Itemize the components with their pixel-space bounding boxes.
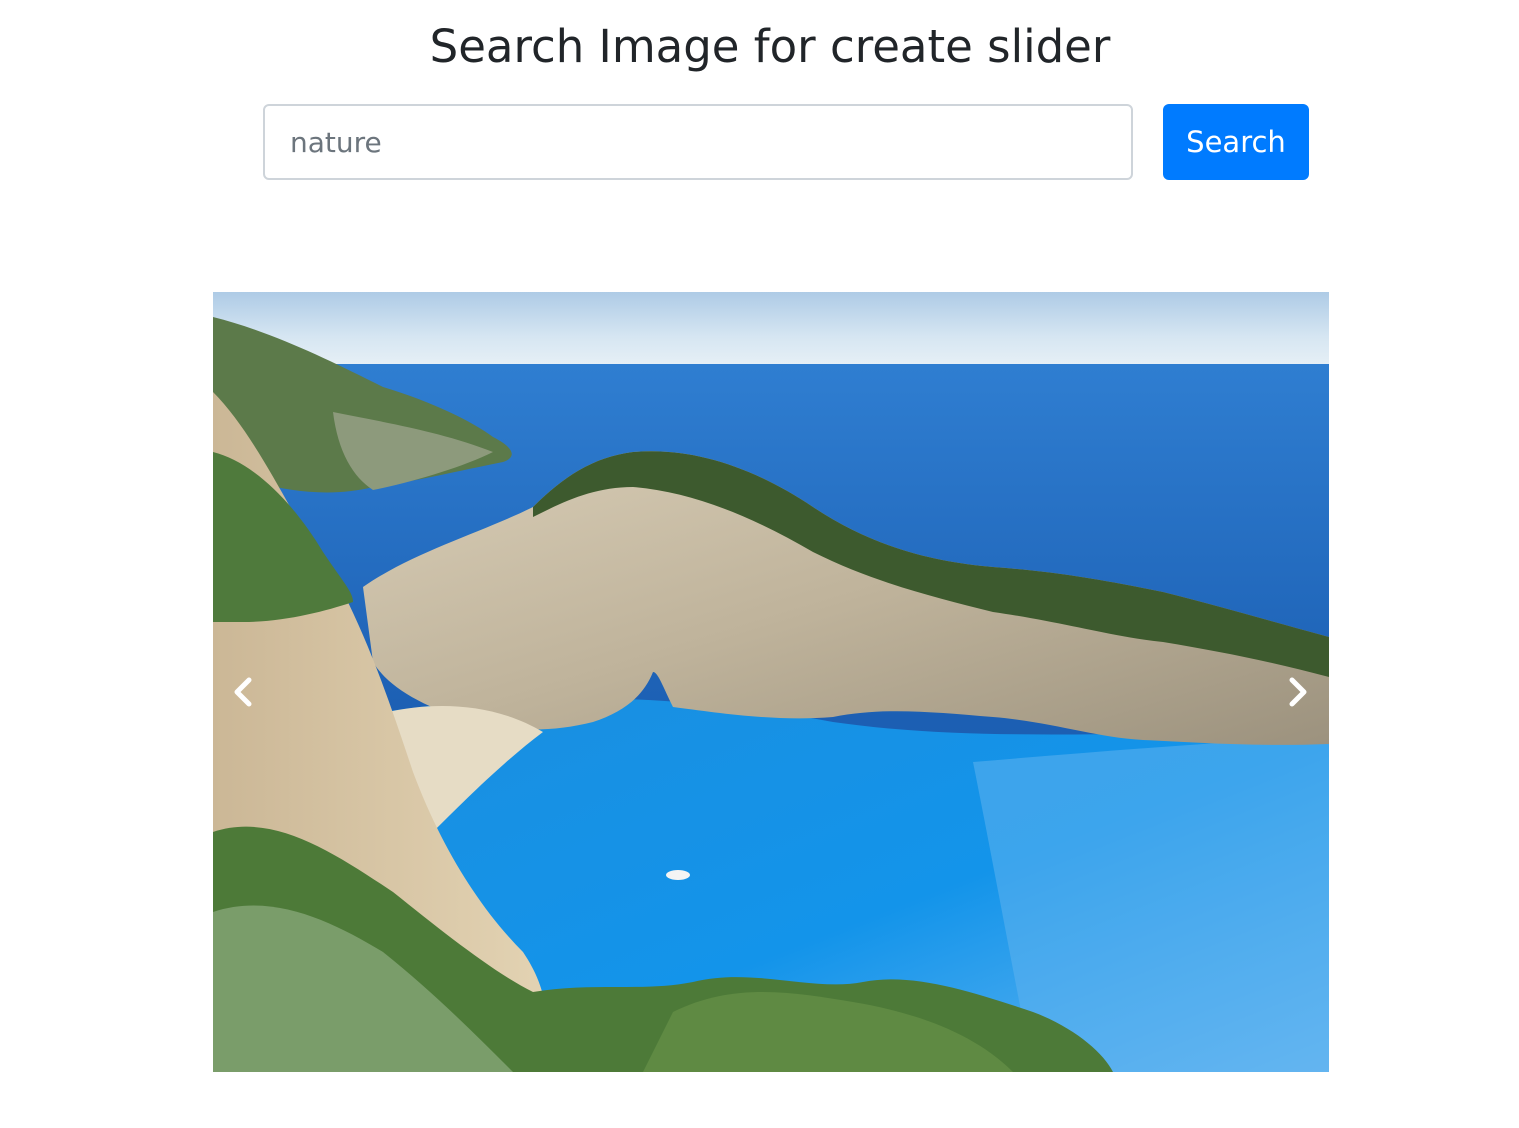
search-button[interactable]: Search: [1163, 104, 1309, 180]
page: Search Image for create slider Search: [0, 0, 1519, 1128]
page-title: Search Image for create slider: [429, 20, 1111, 73]
carousel-next-button[interactable]: [1269, 292, 1329, 1072]
chevron-left-icon: [234, 677, 252, 707]
slide-image: [213, 292, 1329, 1072]
chevron-right-icon: [1289, 677, 1307, 707]
carousel-prev-button[interactable]: [213, 292, 273, 1072]
image-slider: [213, 292, 1329, 1072]
search-input[interactable]: [263, 104, 1133, 180]
